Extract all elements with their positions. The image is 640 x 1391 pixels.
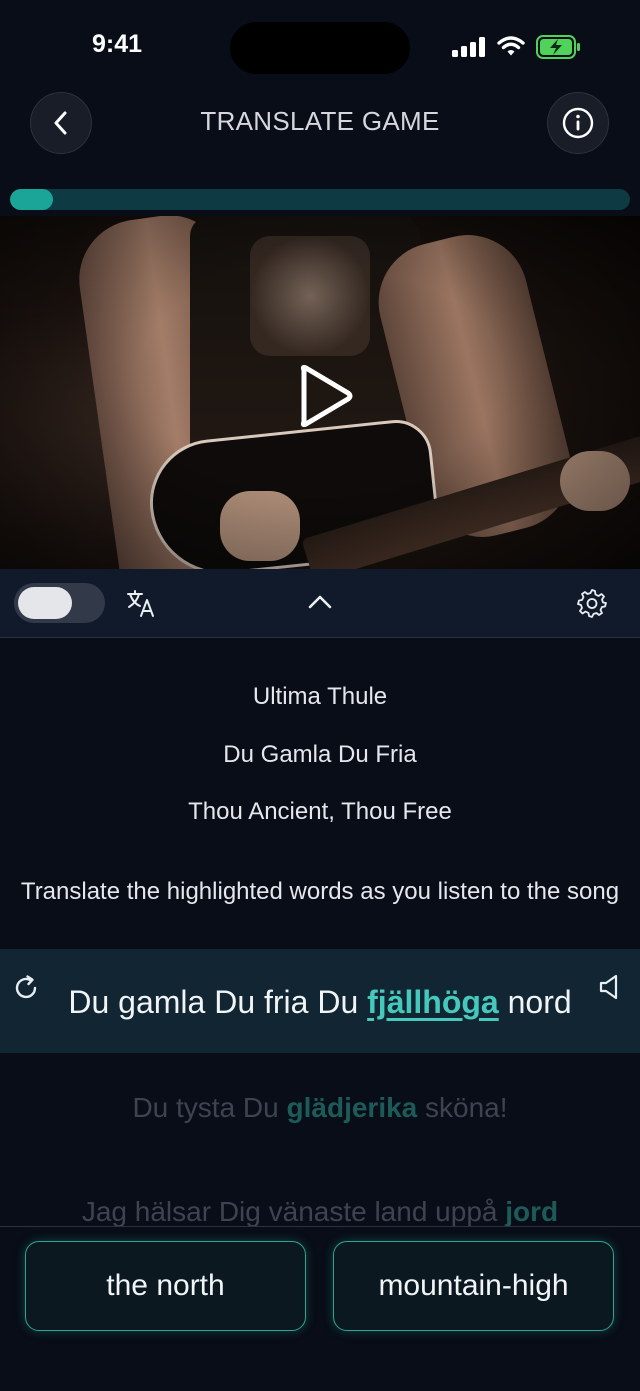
translate-icon[interactable] [126, 588, 156, 618]
wifi-icon [497, 36, 525, 56]
cellular-signal-icon [452, 37, 485, 57]
lyric-text: sköna! [417, 1092, 508, 1123]
song-subtitle: Du Gamla Du Fria [223, 741, 417, 768]
page-title: TRANSLATE GAME [200, 106, 440, 136]
lyric-text: Du gamla Du fria Du [68, 984, 368, 1020]
volume-icon[interactable] [598, 973, 624, 1001]
progress-fill [10, 189, 54, 210]
song-title-translation: Thou Ancient, Thou Free [188, 798, 452, 825]
info-button[interactable] [547, 92, 609, 154]
song-title: Ultima Thule [252, 683, 388, 710]
progress-bar [10, 189, 630, 210]
answer-option-button[interactable]: mountain-high [333, 1241, 614, 1331]
lyric-text: nord [498, 984, 572, 1020]
dynamic-island [230, 22, 410, 74]
toggle-knob [18, 587, 72, 619]
battery-icon [536, 35, 580, 59]
highlighted-word[interactable]: fjällhöga [367, 984, 499, 1020]
answer-option-button[interactable]: the north [25, 1241, 306, 1331]
active-lyric-text: Du gamla Du fria Du fjällhöga nord [0, 984, 640, 1021]
chevron-up-icon[interactable] [306, 589, 334, 615]
lyric-line: Du tysta Du glädjerika sköna! [0, 1092, 640, 1124]
highlighted-word: jord [505, 1196, 559, 1227]
lyric-line: Jag hälsar Dig vänaste land uppå jord [0, 1196, 640, 1228]
play-icon[interactable] [292, 362, 356, 430]
info-icon [562, 107, 594, 139]
game-instruction: Translate the highlighted words as you l… [20, 878, 620, 905]
highlighted-word: glädjerika [286, 1092, 418, 1123]
translation-toggle[interactable] [14, 583, 105, 623]
lyric-text: Jag hälsar Dig vänaste land uppå [81, 1196, 506, 1227]
status-time: 9:41 [92, 30, 143, 58]
gear-icon[interactable] [577, 588, 607, 618]
lyric-text: Du tysta Du [132, 1092, 287, 1123]
